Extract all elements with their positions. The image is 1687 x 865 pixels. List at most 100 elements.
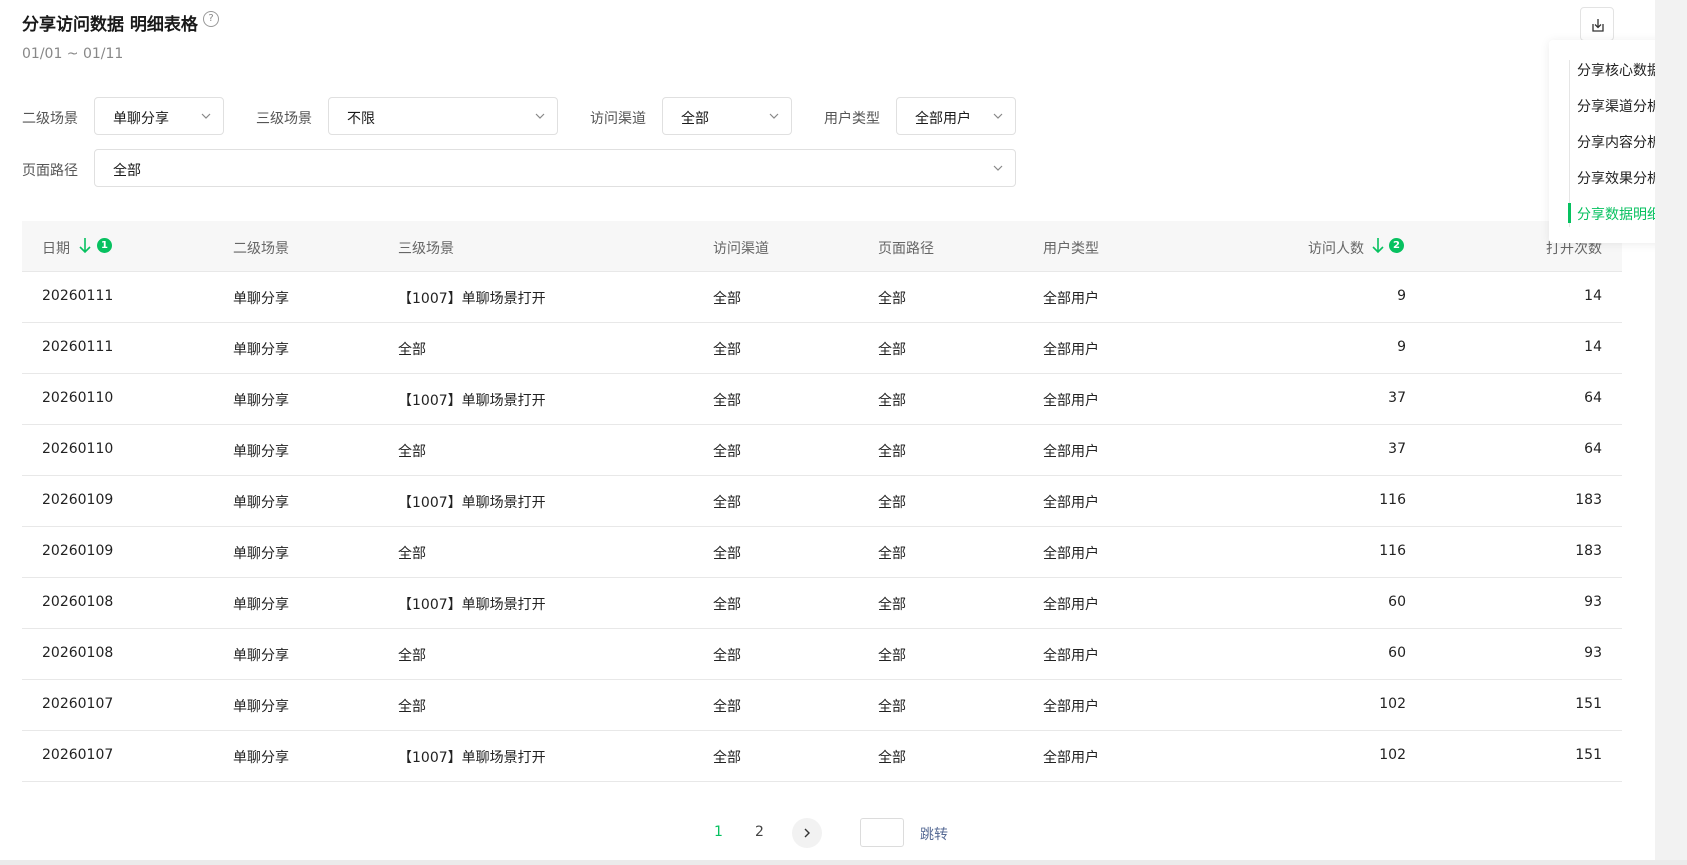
cell-level3: 【1007】单聊场景打开 [398,393,546,409]
cell-opens: 93 [1584,645,1602,661]
cell-opens: 183 [1575,492,1602,508]
cell-level2: 单聊分享 [233,546,289,562]
cell-level2: 单聊分享 [233,444,289,460]
cell-level3: 【1007】单聊场景打开 [398,750,546,766]
cell-page-path: 全部 [878,495,906,511]
table-header: 日期 1 二级场景 三级场景 访问渠道 页面路径 用户类型 访问人数 2 打开次… [22,221,1622,272]
cell-date: 20260108 [42,645,114,661]
table-row: 20260108 单聊分享 【1007】单聊场景打开 全部 全部 全部用户 60 93 [22,578,1622,629]
cell-channel: 全部 [713,291,741,307]
cell-visitors: 116 [1379,492,1406,508]
cell-date: 20260108 [42,594,114,610]
cell-opens: 93 [1584,594,1602,610]
level2-select-value: 单聊分享 [113,111,169,127]
chevron-right-icon [804,828,810,838]
user-type-select[interactable]: 全部用户 [896,97,1016,135]
table-row: 20260107 单聊分享 【1007】单聊场景打开 全部 全部 全部用户 102 151 [22,731,1622,782]
page-1-button[interactable]: 1 [714,824,723,840]
jump-button[interactable]: 跳转 [920,824,948,844]
cell-channel: 全部 [713,342,741,358]
cell-user-type: 全部用户 [1043,597,1099,613]
cell-opens: 151 [1575,696,1602,712]
page-title: 分享访问数据 明细表格 [22,15,198,35]
cell-date: 20260109 [42,492,114,508]
filter-label-level3: 三级场景 [256,111,312,127]
column-header-user-type: 用户类型 [1043,241,1099,257]
table-row: 20260107 单聊分享 全部 全部 全部 全部用户 102 151 [22,680,1622,731]
cell-page-path: 全部 [878,342,906,358]
level3-select-value: 不限 [347,111,375,127]
section-nav-core[interactable]: 分享核心数据 [1577,60,1661,80]
cell-page-path: 全部 [878,699,906,715]
filter-label-channel: 访问渠道 [590,111,646,127]
cell-level2: 单聊分享 [233,291,289,307]
column-header-page-path: 页面路径 [878,241,934,257]
chevron-down-icon [769,113,779,119]
cell-level2: 单聊分享 [233,648,289,664]
level3-select[interactable]: 不限 [328,97,558,135]
section-nav-detail[interactable]: 分享数据明细 [1577,204,1661,224]
cell-channel: 全部 [713,444,741,460]
jump-page-input[interactable] [860,818,904,847]
channel-select-value: 全部 [681,111,709,127]
download-icon [1592,19,1604,32]
cell-date: 20260107 [42,747,114,763]
cell-user-type: 全部用户 [1043,291,1099,307]
column-header-date[interactable]: 日期 [42,238,70,258]
cell-page-path: 全部 [878,546,906,562]
section-nav-effect[interactable]: 分享效果分析 [1577,168,1661,188]
sort-desc-icon[interactable] [1371,237,1385,254]
sort-desc-icon[interactable] [78,237,92,254]
sort-order-badge: 2 [1389,238,1404,253]
cell-opens: 151 [1575,747,1602,763]
date-range: 01/01 ~ 01/11 [22,46,124,62]
cell-channel: 全部 [713,495,741,511]
user-type-select-value: 全部用户 [915,111,971,127]
cell-visitors: 102 [1379,747,1406,763]
cell-level3: 【1007】单聊场景打开 [398,597,546,613]
section-nav-content[interactable]: 分享内容分析 [1577,132,1661,152]
cell-user-type: 全部用户 [1043,546,1099,562]
cell-level2: 单聊分享 [233,750,289,766]
cell-channel: 全部 [713,750,741,766]
cell-page-path: 全部 [878,393,906,409]
cell-visitors: 9 [1397,339,1406,355]
section-nav-channel[interactable]: 分享渠道分析 [1577,96,1661,116]
page-path-select[interactable]: 全部 [94,149,1016,187]
next-page-button[interactable] [792,818,822,848]
cell-user-type: 全部用户 [1043,495,1099,511]
table-row: 20260110 单聊分享 全部 全部 全部 全部用户 37 64 [22,425,1622,476]
cell-level3: 【1007】单聊场景打开 [398,291,546,307]
cell-user-type: 全部用户 [1043,699,1099,715]
cell-page-path: 全部 [878,597,906,613]
cell-opens: 64 [1584,441,1602,457]
page-2-button[interactable]: 2 [755,824,764,840]
cell-channel: 全部 [713,546,741,562]
level2-select[interactable]: 单聊分享 [94,97,224,135]
help-icon[interactable]: ? [203,11,219,27]
cell-opens: 64 [1584,390,1602,406]
cell-page-path: 全部 [878,291,906,307]
window-edge [0,860,1687,865]
cell-date: 20260109 [42,543,114,559]
cell-date: 20260111 [42,339,114,355]
cell-level2: 单聊分享 [233,597,289,613]
cell-channel: 全部 [713,699,741,715]
cell-level3: 全部 [398,648,426,664]
cell-visitors: 60 [1388,594,1406,610]
cell-visitors: 102 [1379,696,1406,712]
table-row: 20260111 单聊分享 全部 全部 全部 全部用户 9 14 [22,323,1622,374]
sort-order-badge: 1 [97,238,112,253]
cell-visitors: 37 [1388,441,1406,457]
cell-level2: 单聊分享 [233,342,289,358]
table-row: 20260111 单聊分享 【1007】单聊场景打开 全部 全部 全部用户 9 14 [22,272,1622,323]
cell-level3: 全部 [398,444,426,460]
section-nav-line [1569,60,1570,227]
channel-select[interactable]: 全部 [662,97,792,135]
column-header-visitors[interactable]: 访问人数 [1308,238,1364,258]
column-header-level2: 二级场景 [233,241,289,257]
cell-date: 20260111 [42,288,114,304]
export-button[interactable] [1580,7,1614,41]
cell-level3: 【1007】单聊场景打开 [398,495,546,511]
column-header-channel: 访问渠道 [713,241,769,257]
